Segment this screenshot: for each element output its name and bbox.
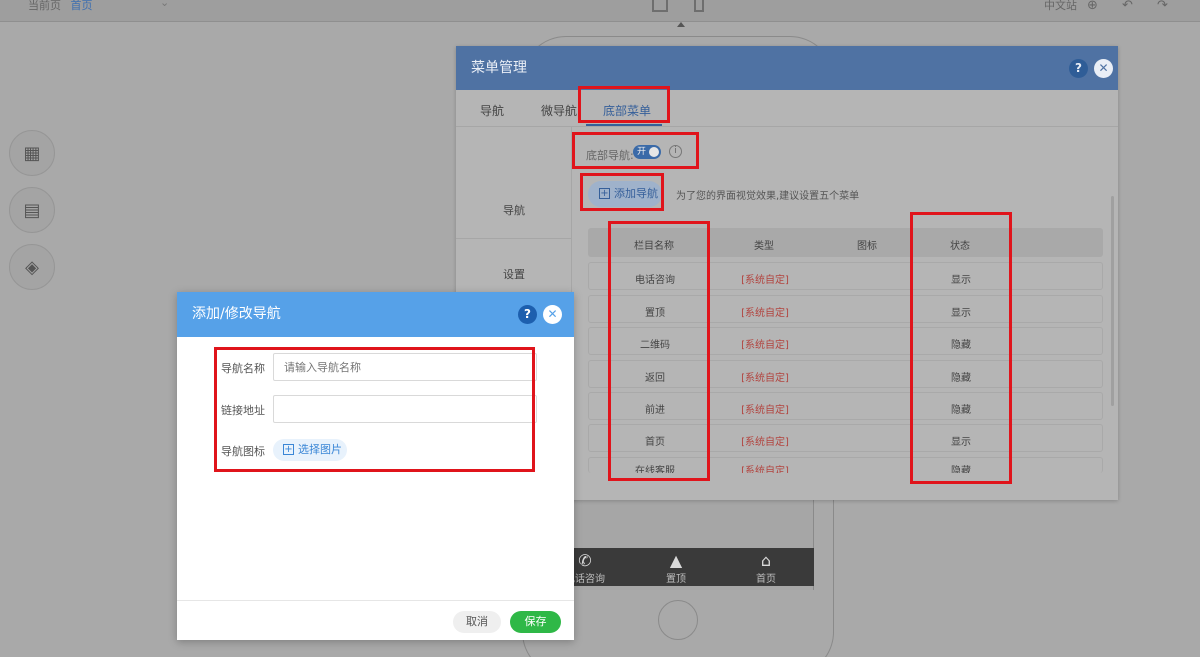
row-status: 隐藏	[951, 340, 971, 351]
row-status: 显示	[951, 308, 971, 319]
table-scrollbar[interactable]	[1111, 196, 1114, 406]
row-type: [系统自定]	[741, 340, 789, 351]
select-image-label: 选择图片	[298, 443, 342, 456]
nav-icon-label: 导航图标	[221, 445, 265, 458]
layers-icon[interactable]: ◈	[9, 244, 55, 290]
row-name: 首页	[645, 437, 665, 448]
phone-nav-item-top[interactable]: ▲ 置顶	[646, 551, 706, 586]
table-row[interactable]: 返回 [系统自定] 隐藏	[588, 360, 1103, 388]
table-row[interactable]: 二维码 [系统自定] 隐藏	[588, 327, 1103, 355]
home-icon: ⌂	[760, 551, 772, 570]
select-image-button[interactable]: + 选择图片	[273, 439, 347, 461]
add-nav-button[interactable]: + 添加导航	[588, 181, 662, 207]
active-view-indicator	[677, 22, 685, 27]
nav-name-label: 导航名称	[221, 362, 265, 375]
tab-bottom-menu[interactable]: 底部菜单	[603, 102, 651, 119]
top-toolbar: 当前页 首页 ⌄ 中文站 ⊕ ↶ ↷	[0, 0, 1200, 22]
row-type: [系统自定]	[741, 466, 789, 473]
column-header-type: 类型	[754, 241, 774, 252]
row-type: [系统自定]	[741, 373, 789, 384]
phone-nav-label: 置顶	[666, 574, 686, 585]
plus-icon: +	[283, 444, 294, 455]
row-status: 隐藏	[951, 466, 971, 473]
footer-divider	[177, 600, 574, 601]
dialog-title: 添加/修改导航	[192, 306, 281, 322]
phone-bottom-nav: ✆ 电话咨询 ▲ 置顶 ⌂ 首页	[533, 548, 814, 586]
bottom-nav-switch-label: 底部导航:	[586, 149, 634, 162]
desktop-view-icon[interactable]	[652, 0, 668, 12]
save-button[interactable]: 保存	[510, 611, 561, 633]
toggle-knob	[649, 147, 659, 157]
mobile-view-icon[interactable]	[694, 0, 704, 12]
help-icon[interactable]: ?	[518, 305, 537, 324]
active-tab-underline	[586, 124, 662, 126]
dialog-header: 菜单管理 ? ✕	[456, 46, 1118, 90]
breadcrumb-label: 当前页	[28, 0, 61, 12]
tab-nav[interactable]: 导航	[480, 102, 504, 119]
table-row[interactable]: 前进 [系统自定] 隐藏	[588, 392, 1103, 420]
globe-icon[interactable]: ⊕	[1087, 0, 1098, 13]
row-type: [系统自定]	[741, 437, 789, 448]
close-icon[interactable]: ✕	[543, 305, 562, 324]
row-type: [系统自定]	[741, 275, 789, 286]
cancel-button[interactable]: 取消	[453, 611, 501, 633]
menu-tabs: 导航 微导航 底部菜单	[456, 90, 1118, 127]
bottom-nav-toggle[interactable]: 开	[633, 145, 661, 159]
nav-name-input[interactable]	[273, 353, 537, 381]
divider	[456, 238, 572, 239]
phone-nav-item-home[interactable]: ⌂ 首页	[736, 551, 796, 586]
plus-icon: +	[599, 188, 610, 199]
redo-icon[interactable]: ↷	[1157, 0, 1168, 13]
breadcrumb-current-page[interactable]: 首页	[71, 0, 93, 12]
dialog-title: 菜单管理	[471, 60, 527, 76]
close-icon[interactable]: ✕	[1094, 59, 1113, 78]
help-icon[interactable]: ?	[1069, 59, 1088, 78]
table-header: 栏目名称 类型 图标 状态	[588, 228, 1103, 257]
column-header-name: 栏目名称	[634, 241, 674, 252]
page-icon[interactable]: ▤	[9, 187, 55, 233]
page-dropdown-chevron-icon[interactable]: ⌄	[160, 0, 169, 9]
info-icon[interactable]: i	[669, 145, 682, 158]
link-url-input[interactable]	[273, 395, 537, 423]
row-type: [系统自定]	[741, 405, 789, 416]
table-row[interactable]: 首页 [系统自定] 显示	[588, 424, 1103, 452]
row-name: 返回	[645, 373, 665, 384]
top-arrow-icon: ▲	[669, 551, 683, 570]
phone-home-button	[658, 600, 698, 640]
add-nav-label: 添加导航	[614, 187, 658, 200]
row-type: [系统自定]	[741, 308, 789, 319]
toggle-state: 开	[637, 147, 647, 157]
add-nav-hint: 为了您的界面视觉效果,建议设置五个菜单	[676, 191, 860, 202]
column-header-status: 状态	[950, 241, 970, 252]
row-name: 前进	[645, 405, 665, 416]
row-name: 二维码	[640, 340, 670, 351]
row-status: 隐藏	[951, 373, 971, 384]
edit-nav-dialog: 添加/修改导航 ? ✕ 导航名称 链接地址 导航图标 + 选择图片 取消 保存	[177, 292, 574, 640]
phone-nav-label: 首页	[756, 574, 776, 585]
row-status: 显示	[951, 275, 971, 286]
tab-micro-nav[interactable]: 微导航	[541, 102, 577, 119]
table-row[interactable]: 在线客服 [系统自定] 隐藏	[588, 457, 1103, 473]
row-name: 在线客服	[635, 466, 675, 473]
table-row[interactable]: 置顶 [系统自定] 显示	[588, 295, 1103, 323]
widgets-icon[interactable]: ▦	[9, 130, 55, 176]
left-nav-item-settings[interactable]: 设置	[456, 266, 572, 282]
row-name: 置顶	[645, 308, 665, 319]
left-nav-item-nav[interactable]: 导航	[456, 202, 572, 218]
row-name: 电话咨询	[635, 275, 675, 286]
link-url-label: 链接地址	[221, 404, 265, 417]
dialog-header: 添加/修改导航 ? ✕	[177, 292, 574, 337]
breadcrumb: 当前页 首页	[28, 0, 93, 13]
row-status: 显示	[951, 437, 971, 448]
language-switch[interactable]: 中文站	[1044, 0, 1077, 13]
undo-icon[interactable]: ↶	[1122, 0, 1133, 13]
table-row[interactable]: 电话咨询 [系统自定] 显示	[588, 262, 1103, 290]
column-header-icon: 图标	[857, 241, 877, 252]
row-status: 隐藏	[951, 405, 971, 416]
